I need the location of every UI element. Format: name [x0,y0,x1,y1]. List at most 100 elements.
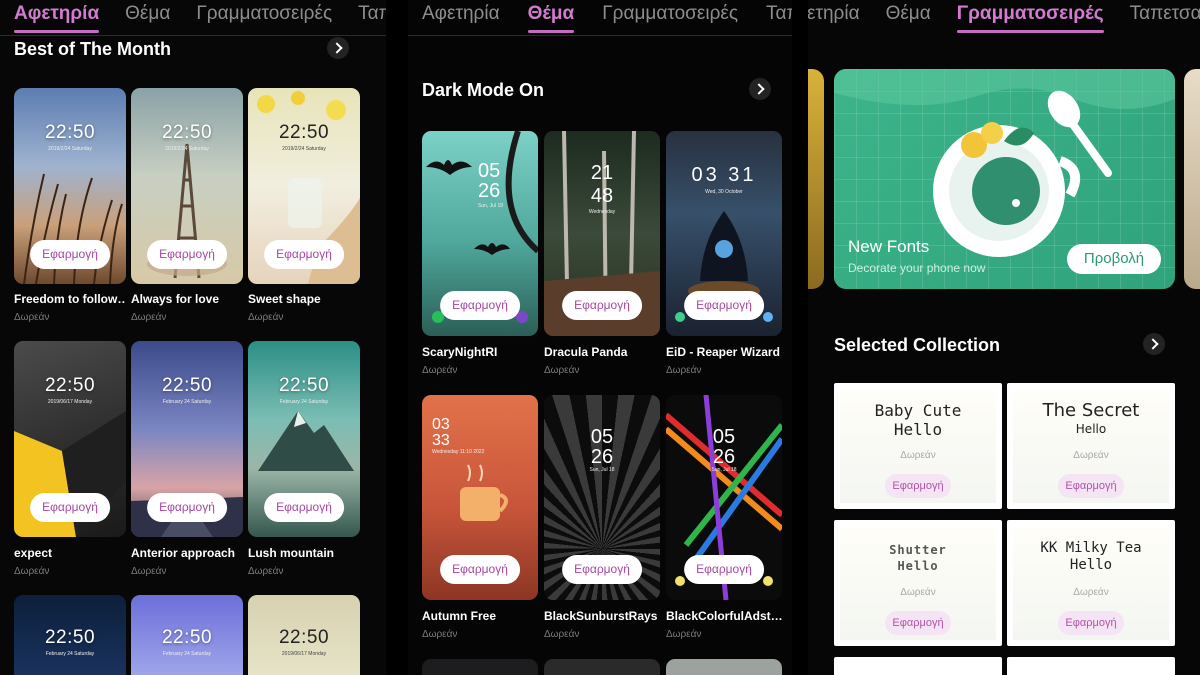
apply-button[interactable]: Εφαρμογή [147,493,227,522]
theme-card[interactable]: 22:50 February 24 Saturday [14,595,126,675]
theme-card[interactable]: 22:50 February 24 Saturday [131,595,243,675]
apply-button[interactable]: Εφαρμογή [562,555,642,584]
font-sample: Shutter Hello [834,542,1002,574]
tabs-divider [0,35,386,36]
theme-card[interactable]: 22:50 2019/06/17 Monday Εφαρμογή [14,341,126,537]
apply-button[interactable]: Εφαρμογή [562,291,642,320]
theme-price: Δωρεάν [422,365,458,376]
lockscreen-time-minutes: 26 [590,446,614,468]
theme-card[interactable] [544,659,660,675]
theme-card[interactable]: 22:50 February 24 Saturday Εφαρμογή [248,341,360,537]
theme-price: Δωρεάν [544,365,580,376]
theme-card[interactable] [422,659,538,675]
theme-name: expect [14,546,53,560]
theme-price: Δωρεάν [666,629,702,640]
font-card[interactable] [834,657,1002,675]
theme-card[interactable]: 22:50 2019/2/24 Saturday Εφαρμογή [14,88,126,284]
tab-wallpapers[interactable]: Ταπετσαρίες [358,0,386,36]
theme-card[interactable] [666,659,782,675]
theme-card[interactable]: 03 33 Wednesday 11:10 2022 Εφαρμογή [422,395,538,600]
new-fonts-banner[interactable]: New Fonts Decorate your phone now Προβολ… [834,69,1175,289]
apply-button[interactable]: Εφαρμογή [684,555,764,584]
lockscreen-date: February 24 Saturday [162,651,212,657]
theme-price: Δωρεάν [14,312,50,323]
theme-card[interactable]: 03 31 Wed, 30 October Εφαρμογή [666,131,782,336]
home-panel: Αφετηρία Θέμα Γραμματοσειρές Ταπετσαρίες… [0,0,386,675]
font-card[interactable]: The Secret Hello Δωρεάν Εφαρμογή [1007,383,1175,509]
font-price: Δωρεάν [1073,587,1109,598]
font-card[interactable]: Baby Cute Hello Δωρεάν Εφαρμογή [834,383,1002,509]
tab-themes[interactable]: Θέμα [527,0,574,36]
apply-button[interactable]: Εφαρμογή [885,474,951,498]
apply-button[interactable]: Εφαρμογή [684,291,764,320]
tab-home[interactable]: Αφετηρία [14,0,100,36]
apply-button[interactable]: Εφαρμογή [1058,474,1124,498]
theme-name: Sweet shape [248,292,321,306]
tab-fonts[interactable]: Γραμματοσειρές [602,0,738,36]
lockscreen-time-minutes: 48 [590,185,614,207]
font-card[interactable] [1007,657,1175,675]
banner-title: New Fonts [848,237,930,256]
tab-themes[interactable]: Θέμα [886,0,931,36]
tab-home[interactable]: Αφετηρία [422,0,500,36]
theme-price: Δωρεάν [666,365,702,376]
lockscreen-date: Sun, Jul 18 [711,467,737,473]
theme-price: Δωρεάν [544,629,580,640]
theme-card[interactable]: 05 26 Sun, Jul 18 Εφαρμογή [422,131,538,336]
theme-price: Δωρεάν [248,312,284,323]
font-sample-line2: Hello [1069,557,1113,573]
font-sample-line1: Baby Cute [874,401,962,420]
font-sample: KK Milky Tea Hello [1007,540,1175,574]
lockscreen-date: Wednesday [588,209,616,215]
font-sample-line1: The Secret [1042,400,1140,421]
lockscreen-time: 22:50 [161,627,213,648]
theme-card[interactable]: 22:50 2019/06/17 Monday [248,595,360,675]
font-price: Δωρεάν [900,450,936,461]
theme-card[interactable]: 22:50 February 24 Saturday Εφαρμογή [131,341,243,537]
top-tabs: Αφετηρία Θέμα Γραμματοσειρές Ταπετσαρίες [808,0,1200,36]
font-sample-line2: Hello [897,559,939,573]
tab-wallpapers[interactable]: Ταπετσαρίες [766,0,792,36]
theme-card[interactable]: 05 26 Sun, Jul 18 Εφαρμογή [544,395,660,600]
font-sample-line1: Shutter [889,543,947,557]
lockscreen-date: 2019/06/17 Monday [281,651,327,657]
apply-button[interactable]: Εφαρμογή [885,611,951,635]
tab-wallpapers[interactable]: Ταπετσαρίες [1130,0,1200,36]
chevron-right-icon[interactable] [327,37,349,59]
apply-button[interactable]: Εφαρμογή [1058,611,1124,635]
theme-card[interactable]: 21 48 Wednesday Εφαρμογή [544,131,660,336]
lockscreen-date: Sun, Jul 18 [589,467,615,473]
theme-card[interactable]: 22:50 2019/2/24 Saturday Εφαρμογή [131,88,243,284]
font-price: Δωρεάν [900,587,936,598]
apply-button[interactable]: Εφαρμογή [264,493,344,522]
apply-button[interactable]: Εφαρμογή [30,240,110,269]
tab-fonts[interactable]: Γραμματοσειρές [956,0,1104,36]
themes-panel: Αφετηρία Θέμα Γραμματοσειρές Ταπετσαρίες… [408,0,792,675]
view-button[interactable]: Προβολή [1067,244,1161,274]
lockscreen-time-hours: 21 [590,162,614,184]
lockscreen-time-minutes: 26 [478,180,501,202]
apply-button[interactable]: Εφαρμογή [440,291,520,320]
banner-next[interactable] [1184,69,1200,289]
tab-themes[interactable]: Θέμα [125,0,170,36]
theme-card[interactable]: 05 26 Sun, Jul 18 Εφαρμογή [666,395,782,600]
tab-home[interactable]: Αφετηρία [808,0,860,36]
font-card[interactable]: KK Milky Tea Hello Δωρεάν Εφαρμογή [1007,520,1175,646]
lockscreen-time: 22:50 [161,122,213,143]
banner-prev[interactable] [808,69,824,289]
tab-fonts[interactable]: Γραμματοσειρές [196,0,332,36]
chevron-right-icon[interactable] [1143,333,1165,355]
apply-button[interactable]: Εφαρμογή [440,555,520,584]
banner-subtitle: Decorate your phone now [848,261,986,275]
font-price: Δωρεάν [1073,450,1109,461]
theme-price: Δωρεάν [422,629,458,640]
chevron-right-icon[interactable] [749,78,771,100]
apply-button[interactable]: Εφαρμογή [30,493,110,522]
theme-card[interactable]: 22:50 2019/2/24 Saturday Εφαρμογή [248,88,360,284]
apply-button[interactable]: Εφαρμογή [264,240,344,269]
apply-button[interactable]: Εφαρμογή [147,240,227,269]
font-sample-line1: KK Milky Tea [1040,540,1142,556]
theme-price: Δωρεάν [14,566,50,577]
font-card[interactable]: Shutter Hello Δωρεάν Εφαρμογή [834,520,1002,646]
lockscreen-time: 22:50 [278,122,330,143]
